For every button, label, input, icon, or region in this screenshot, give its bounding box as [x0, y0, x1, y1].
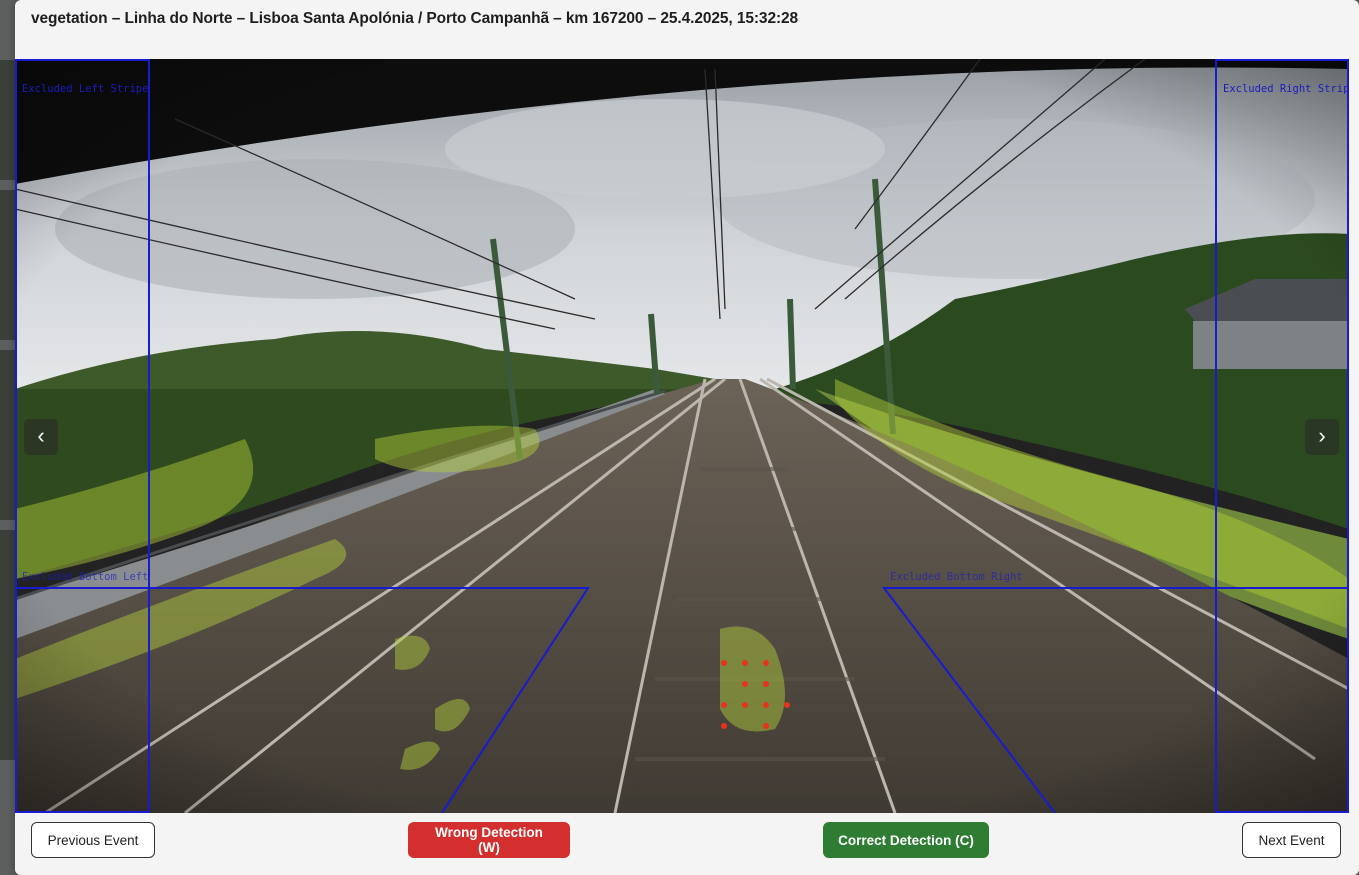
event-review-dialog: vegetation – Linha do Norte – Lisboa San… — [15, 0, 1359, 875]
previous-event-button[interactable]: Previous Event — [31, 822, 155, 858]
wrong-detection-button[interactable]: Wrong Detection (W) — [408, 822, 570, 858]
dialog-title: vegetation – Linha do Norte – Lisboa San… — [31, 10, 799, 27]
dialog-footer: Previous Event Wrong Detection (W) Corre… — [15, 813, 1359, 875]
excluded-bottom-right-label: Excluded Bottom Right — [890, 571, 1023, 583]
excluded-left-stripe-label: Excluded Left Stripe — [22, 83, 149, 95]
background-thumbnail — [0, 530, 16, 760]
event-image-viewer: Excluded Left Stripe Excluded Right Stri… — [15, 59, 1349, 813]
background-thumbnail — [0, 190, 16, 340]
background-thumbnail — [0, 60, 16, 180]
camera-frame-image — [15, 59, 1349, 813]
previous-image-arrow-icon[interactable]: ‹ — [24, 419, 58, 455]
excluded-bottom-left-label: Excluded Bottom Left — [22, 571, 149, 583]
next-image-arrow-icon[interactable]: › — [1305, 419, 1339, 455]
background-thumbnail — [0, 350, 16, 520]
next-event-button[interactable]: Next Event — [1242, 822, 1341, 858]
excluded-right-stripe-label: Excluded Right Stripe — [1223, 83, 1349, 95]
correct-detection-button[interactable]: Correct Detection (C) — [823, 822, 989, 858]
